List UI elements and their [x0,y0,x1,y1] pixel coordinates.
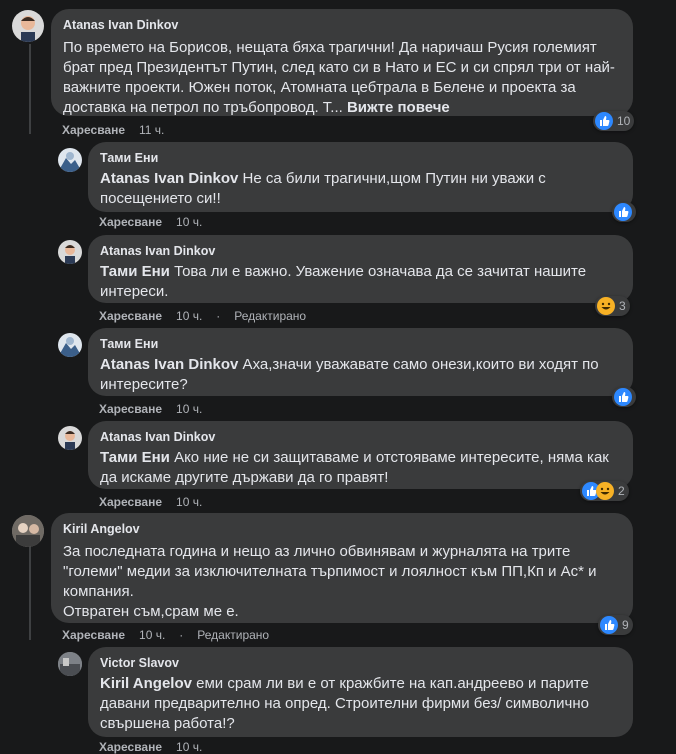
comment-actions: Харесване 11 ч. [62,123,178,137]
comment-text: По времето на Борисов, нещата бяха траги… [63,39,615,116]
comment-author[interactable]: Atanas Ivan Dinkov [63,17,621,33]
like-button[interactable]: Харесване [99,402,162,416]
comment-author[interactable]: Kiril Angelov [63,521,621,537]
comment-bubble: Тами Ени Atanas Ivan Dinkov Аха,значи ув… [88,328,633,396]
timestamp[interactable]: 10 ч. [176,402,202,416]
timestamp[interactable]: 10 ч. [176,215,202,229]
comment-author[interactable]: Victor Slavov [100,655,621,671]
reaction-count[interactable] [612,202,636,222]
timestamp[interactable]: 10 ч. [176,309,202,323]
reaction-count[interactable]: 10 [593,111,635,131]
comment-bubble: Victor Slavov Kiril Angelov еми срам ли … [88,647,633,737]
haha-reaction-icon [596,482,614,500]
comment-author[interactable]: Тами Ени [100,150,621,166]
timestamp[interactable]: 10 ч. [139,628,165,642]
like-button[interactable]: Харесване [99,309,162,323]
mention-link[interactable]: Тами Ени [100,263,170,280]
comment-author[interactable]: Atanas Ivan Dinkov [100,243,621,259]
timestamp[interactable]: 10 ч. [176,495,202,509]
like-button[interactable]: Харесване [99,495,162,509]
comment-actions: Харесване 10 ч. · Редактирано [62,628,270,642]
like-reaction-icon [614,388,632,406]
mention-link[interactable]: Тами Ени [100,449,170,466]
comment-bubble: Atanas Ivan Dinkov Тами Ени Ако ние не с… [88,421,633,489]
comment-text: За последната година и нещо аз лично обв… [63,543,597,600]
comment-bubble: Atanas Ivan Dinkov По времето на Борисов… [51,9,633,116]
comment-text: Ако ние не си защитаваме и отстояваме ин… [100,449,609,486]
like-reaction-icon [600,616,618,634]
comment-text: Отвратен съм,срам ме е. [63,603,239,620]
comment-actions: Харесване 10 ч. [99,402,216,416]
comment-bubble: Atanas Ivan Dinkov Тами Ени Това ли е ва… [88,235,633,303]
thread-line [29,540,31,640]
avatar[interactable] [58,148,82,172]
reaction-count[interactable] [612,387,636,407]
comment-author[interactable]: Atanas Ivan Dinkov [100,429,621,445]
avatar[interactable] [58,240,82,264]
comment-bubble: Kiril Angelov За последната година и нещ… [51,513,633,623]
comment-actions: Харесване 10 ч. · Редактирано [99,309,307,323]
comment-actions: Харесване 10 ч. [99,215,216,229]
like-button[interactable]: Харесване [62,123,125,137]
avatar[interactable] [58,652,82,676]
avatar[interactable] [12,515,44,547]
avatar[interactable] [12,10,44,42]
avatar[interactable] [58,426,82,450]
timestamp[interactable]: 11 ч. [139,123,164,137]
like-button[interactable]: Харесване [99,215,162,229]
thread-line [29,44,31,134]
comment-actions: Харесване 10 ч. [99,495,216,509]
comment-text: Това ли е важно. Уважение означава да се… [100,263,587,300]
mention-link[interactable]: Kiril Angelov [100,675,192,692]
reaction-count[interactable]: 2 [580,481,629,501]
see-more-link[interactable]: Вижте повече [347,99,450,116]
edited-label: Редактирано [234,309,307,323]
avatar[interactable] [58,333,82,357]
like-reaction-icon [614,203,632,221]
like-reaction-icon [595,112,613,130]
edited-label: Редактирано [197,628,270,642]
reaction-count[interactable]: 3 [595,296,630,316]
mention-link[interactable]: Atanas Ivan Dinkov [100,356,238,373]
mention-link[interactable]: Atanas Ivan Dinkov [100,170,238,187]
reaction-count[interactable]: 9 [598,615,633,635]
haha-reaction-icon [597,297,615,315]
comment-author[interactable]: Тами Ени [100,336,621,352]
like-button[interactable]: Харесване [62,628,125,642]
comment-bubble: Тами Ени Atanas Ivan Dinkov Не са били т… [88,142,633,212]
